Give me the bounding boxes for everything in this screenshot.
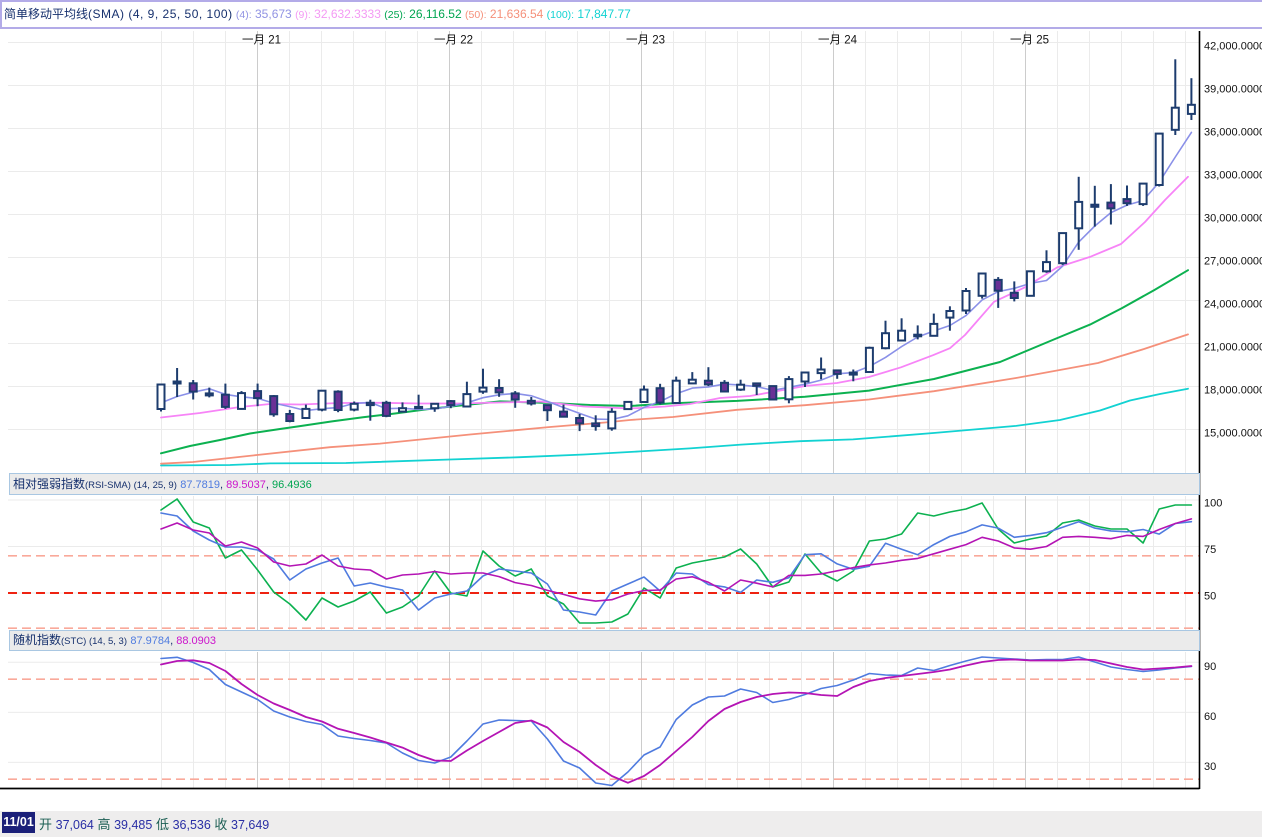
svg-text:一月 24: 一月 24 bbox=[818, 35, 858, 47]
svg-text:50: 50 bbox=[1204, 591, 1216, 603]
svg-text:30: 30 bbox=[1204, 761, 1216, 773]
svg-text:18,000.0000: 18,000.0000 bbox=[1204, 385, 1262, 397]
svg-text:21,000.0000: 21,000.0000 bbox=[1204, 342, 1262, 354]
svg-text:75: 75 bbox=[1204, 544, 1216, 556]
svg-text:24,000.0000: 24,000.0000 bbox=[1204, 299, 1262, 311]
svg-text:15,000.0000: 15,000.0000 bbox=[1204, 428, 1262, 440]
svg-text:27,000.0000: 27,000.0000 bbox=[1204, 256, 1262, 268]
svg-text:一月 22: 一月 22 bbox=[434, 35, 473, 47]
svg-text:100: 100 bbox=[1204, 498, 1222, 510]
svg-text:39,000.0000: 39,000.0000 bbox=[1204, 84, 1262, 96]
svg-text:一月 25: 一月 25 bbox=[1010, 35, 1049, 47]
svg-text:42,000.0000: 42,000.0000 bbox=[1204, 41, 1262, 53]
svg-text:60: 60 bbox=[1204, 711, 1216, 723]
svg-text:36,000.0000: 36,000.0000 bbox=[1204, 127, 1262, 139]
svg-text:一月 23: 一月 23 bbox=[626, 35, 665, 47]
svg-text:90: 90 bbox=[1204, 661, 1216, 673]
svg-text:30,000.0000: 30,000.0000 bbox=[1204, 213, 1262, 225]
svg-text:一月 21: 一月 21 bbox=[242, 35, 281, 47]
svg-text:33,000.0000: 33,000.0000 bbox=[1204, 170, 1262, 182]
